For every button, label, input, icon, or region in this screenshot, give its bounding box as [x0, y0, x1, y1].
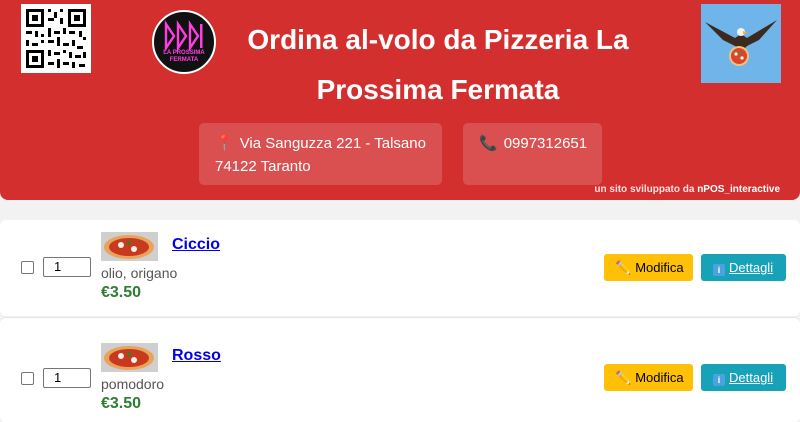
- phone-number[interactable]: 0997312651: [504, 135, 587, 152]
- product-name[interactable]: Rosso: [172, 347, 221, 365]
- product-name[interactable]: Ciccio: [172, 236, 220, 254]
- quantity-input[interactable]: 1: [43, 257, 91, 277]
- phone-box[interactable]: 📞 0997312651: [463, 123, 602, 185]
- pizza-thumbnail: [101, 232, 158, 261]
- edit-button-label: Modifica: [635, 370, 684, 385]
- phone-icon: 📞: [479, 135, 498, 152]
- details-button[interactable]: i Dettagli: [701, 254, 786, 281]
- edit-button[interactable]: ✏️ Modifica: [604, 254, 693, 281]
- address-box: 📍 Via Sanguzza 221 - Talsano 74122 Tarant…: [199, 123, 442, 185]
- credit-brand: nPOS_interactive: [697, 184, 780, 195]
- product-card: 1 Rosso pomodoro €3.50 ✏️ Modifica i Detta…: [0, 317, 800, 422]
- pencil-icon: ✏️: [615, 260, 632, 275]
- credit-prefix: un sito sviluppato da: [594, 184, 695, 195]
- header: LA PROSSIMA FERMATA Ordina al-volo da Piz…: [0, 0, 800, 200]
- product-price: €3.50: [101, 284, 142, 301]
- address-line2: 74122 Taranto: [215, 158, 311, 175]
- product-description: pomodoro: [101, 376, 165, 392]
- details-button-label: Dettagli: [729, 370, 774, 385]
- eagle-pizza-image: [701, 4, 781, 83]
- product-description: olio, origano: [101, 265, 178, 281]
- details-button[interactable]: i Dettagli: [701, 364, 786, 391]
- product-select-checkbox[interactable]: [21, 372, 34, 385]
- pencil-icon: ✏️: [615, 370, 632, 385]
- quantity-input[interactable]: 1: [43, 368, 91, 388]
- developer-credit: un sito sviluppato da nPOS_interactive: [594, 184, 780, 195]
- address-line1: Via Sanguzza 221 - Talsano: [239, 135, 426, 152]
- qr-code: [21, 4, 91, 73]
- product-price: €3.50: [101, 395, 142, 412]
- page-title: Ordina al-volo da Pizzeria La Prossima F…: [247, 24, 629, 105]
- restaurant-logo: LA PROSSIMA FERMATA: [152, 10, 216, 74]
- details-button-label: Dettagli: [729, 260, 774, 275]
- logo-text: LA PROSSIMA FERMATA: [163, 50, 205, 63]
- pizza-thumbnail: [101, 343, 158, 372]
- edit-button-label: Modifica: [635, 260, 684, 275]
- info-icon: i: [713, 264, 725, 276]
- product-select-checkbox[interactable]: [21, 261, 34, 274]
- pin-icon: 📍: [215, 135, 234, 152]
- product-card: 1 Ciccio olio, origano €3.50 ✏️ Modifica …: [0, 220, 800, 316]
- edit-button[interactable]: ✏️ Modifica: [604, 364, 693, 391]
- info-icon: i: [713, 374, 725, 386]
